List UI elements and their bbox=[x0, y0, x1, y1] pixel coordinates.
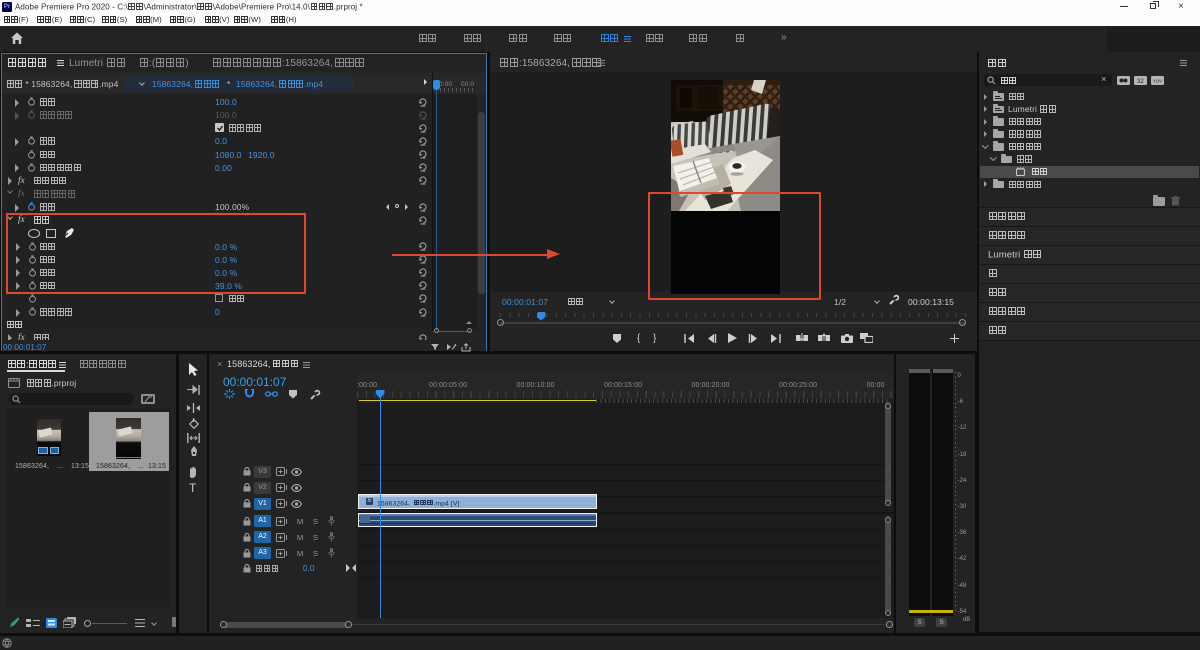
svg-text:32: 32 bbox=[1137, 79, 1144, 85]
svg-text:YUV: YUV bbox=[1153, 78, 1162, 83]
